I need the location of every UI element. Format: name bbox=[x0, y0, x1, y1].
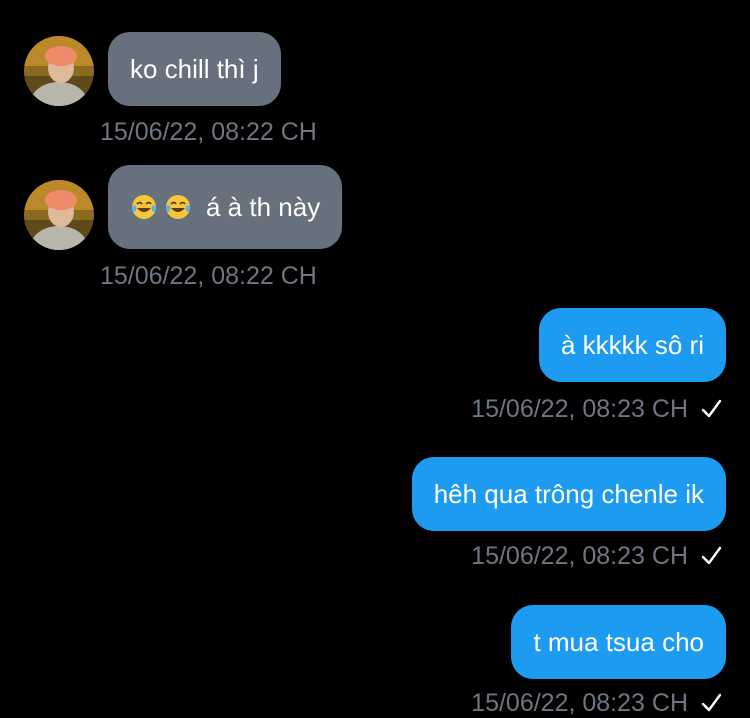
message-timestamp: 15/06/22, 08:22 CH bbox=[100, 262, 317, 290]
message-timestamp: 15/06/22, 08:22 CH bbox=[100, 118, 317, 146]
face-with-tears-of-joy-icon bbox=[166, 195, 190, 220]
outgoing-message-bubble[interactable]: à kkkkk sô ri bbox=[538, 308, 726, 382]
incoming-message-bubble[interactable]: ko chill thì j bbox=[108, 32, 281, 106]
contact-avatar[interactable] bbox=[24, 180, 94, 250]
outgoing-message-bubble[interactable]: t mua tsua cho bbox=[511, 605, 726, 679]
sent-check-icon bbox=[701, 546, 722, 565]
message-timestamp: 15/06/22, 08:23 CH bbox=[471, 395, 688, 423]
avatar-photo bbox=[24, 36, 94, 106]
sent-check-icon bbox=[701, 693, 722, 712]
message-text: t mua tsua cho bbox=[533, 627, 704, 657]
face-with-tears-of-joy-icon bbox=[132, 195, 156, 220]
message-timestamp: 15/06/22, 08:23 CH bbox=[471, 542, 688, 570]
message-timestamp: 15/06/22, 08:23 CH bbox=[471, 689, 688, 717]
message-text: ko chill thì j bbox=[130, 54, 259, 84]
message-text: á à th này bbox=[206, 192, 321, 222]
message-text: à kkkkk sô ri bbox=[560, 330, 704, 360]
contact-avatar[interactable] bbox=[24, 36, 94, 106]
avatar-photo bbox=[24, 180, 94, 250]
message-text: hêh qua trông chenle ik bbox=[433, 479, 704, 509]
outgoing-message-bubble[interactable]: hêh qua trông chenle ik bbox=[411, 457, 726, 531]
sent-check-icon bbox=[701, 399, 722, 418]
incoming-message-bubble[interactable]: á à th này bbox=[108, 165, 343, 249]
